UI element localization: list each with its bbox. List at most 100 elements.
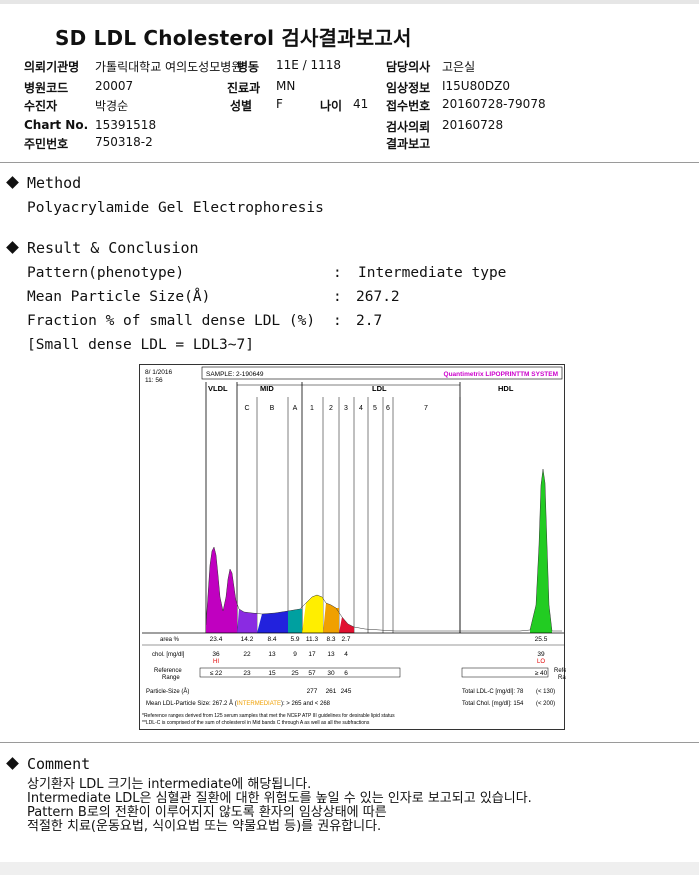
mid-a-area: [288, 609, 302, 633]
footnote-1: *Reference ranges derived from 125 serum…: [142, 713, 395, 719]
bottom-bar: [0, 862, 699, 875]
ref-value: 30: [327, 670, 335, 677]
row-label-chol: chol. [mg/dl]: [152, 652, 185, 658]
result-note: [Small dense LDL = LDL3~7]: [27, 337, 254, 353]
band-label-6: 6: [386, 405, 390, 412]
band-label-1: 1: [310, 405, 314, 412]
age-value: 41: [353, 97, 369, 111]
method-heading: Method: [6, 174, 82, 192]
mean-size-line: Mean LDL-Particle Size: 267.2 Å (INTERME…: [146, 700, 331, 707]
chol-value: 13: [327, 651, 335, 658]
group-hdl: HDL: [498, 384, 514, 393]
comment-line-1: 상기환자 LDL 크기는 intermediate에 해당됩니다.: [27, 777, 312, 792]
row-label-ref-2: Range: [162, 675, 180, 681]
institution-label: 의뢰기관명: [24, 60, 80, 74]
receipt-number-value: 20160728-79078: [442, 97, 546, 111]
diamond-bullet-icon: [6, 757, 19, 770]
total-ldl-ref: (< 130): [536, 689, 555, 695]
band-label-3: 3: [344, 405, 348, 412]
band-label-A: A: [293, 405, 298, 412]
result-colon: :: [333, 289, 342, 305]
patient-label: 수진자: [24, 99, 58, 113]
result-heading: Result & Conclusion: [6, 239, 199, 257]
area-value: 5.9: [290, 636, 299, 643]
chart-number-value: 15391518: [95, 118, 157, 132]
request-date-label: 검사의뢰: [386, 120, 431, 134]
right-ref-label-1: Reference: [554, 668, 566, 674]
method-heading-text: Method: [27, 174, 82, 192]
result-colon: :: [333, 313, 342, 329]
ref-value: 6: [344, 670, 348, 677]
result-label-pattern: Pattern(phenotype): [27, 265, 185, 281]
diamond-bullet-icon: [6, 241, 19, 254]
band-label-5: 5: [373, 405, 377, 412]
band-label-2: 2: [329, 405, 333, 412]
group-vldl: VLDL: [208, 384, 228, 393]
densitometry-curve: [205, 468, 562, 632]
chart-number-label: Chart No.: [24, 118, 89, 132]
lipoprint-svg: 8/ 1/201611: 56 SAMPLE: 2-190649 Quantimet…: [142, 366, 566, 726]
top-border: [0, 0, 699, 4]
result-colon: :: [333, 265, 342, 281]
band-label-4: 4: [359, 405, 363, 412]
sample-id: SAMPLE: 2-190649: [206, 371, 264, 378]
ward-value: 11E / 1118: [276, 58, 342, 72]
area-value: 11.3: [306, 636, 319, 643]
size-value: 261: [326, 688, 337, 695]
receipt-number-label: 접수번호: [386, 99, 431, 113]
area-value: 23.4: [210, 636, 223, 643]
total-ldl: Total LDL-C [mg/dl]: 78: [462, 689, 524, 695]
resident-number-value: 750318-2: [95, 135, 153, 149]
department-label: 진료과: [227, 81, 261, 95]
area-value: 8.4: [267, 636, 276, 643]
comment-line-3: Pattern B로의 전환이 이루어지지 않도록 환자의 임상상태에 따른: [27, 805, 387, 820]
result-value-size: 267.2: [356, 289, 400, 305]
size-value: 245: [341, 688, 352, 695]
comment-heading-text: Comment: [27, 755, 91, 773]
total-chol-ref: (< 200): [536, 701, 555, 707]
diamond-bullet-icon: [6, 176, 19, 189]
brand-label: Quantimetrix LIPOPRINTTM SYSTEM: [444, 371, 558, 378]
report-date-label: 결과보고: [386, 137, 431, 151]
result-heading-text: Result & Conclusion: [27, 239, 199, 257]
hospital-code-value: 20007: [95, 79, 134, 93]
chart-date: 8/ 1/2016: [145, 369, 172, 376]
mid-b-area: [257, 611, 288, 633]
total-chol: Total Chol. [mg/dl]: 154: [462, 701, 524, 707]
result-value-fraction: 2.7: [356, 313, 383, 329]
area-value: 14.2: [241, 636, 254, 643]
header-divider: [0, 162, 699, 163]
chol-value: 9: [293, 651, 297, 658]
sex-value: F: [276, 97, 283, 111]
footnote-2: **LDL-C is comprised of the sum of chole…: [142, 720, 370, 726]
lipoprint-chart: 8/ 1/2016 11: 56 SAMPLE: 2-190649 Quantimet…: [139, 364, 566, 730]
chol-value: 4: [344, 651, 348, 658]
doctor-value: 고은실: [442, 60, 476, 74]
area-value: 2.7: [341, 636, 350, 643]
right-ref-label-2: Range: [558, 675, 566, 681]
report-title: SD LDL Cholesterol 검사결과보고서: [55, 26, 412, 50]
size-value: 277: [307, 688, 318, 695]
chol-value: 39: [537, 651, 545, 658]
row-label-area: area %: [160, 637, 180, 643]
method-text: Polyacrylamide Gel Electrophoresis: [27, 200, 324, 216]
sex-label: 성별: [230, 99, 253, 113]
resident-number-label: 주민번호: [24, 137, 69, 151]
ldl3-area: [339, 617, 354, 633]
ref-value: 25: [291, 670, 299, 677]
area-value: 8.3: [326, 636, 335, 643]
chol-value: 13: [268, 651, 276, 658]
ref-value: ≥ 40: [535, 670, 548, 677]
area-value: 25.5: [535, 636, 548, 643]
row-label-size: Particle-Size (Å): [146, 688, 189, 695]
clinical-info-label: 임상정보: [386, 81, 431, 95]
ref-value: 15: [268, 670, 276, 677]
ref-value: 57: [308, 670, 316, 677]
chol-value: 36: [212, 651, 220, 658]
hdl-peak: [530, 469, 552, 633]
result-label-fraction: Fraction % of small dense LDL (%): [27, 313, 316, 329]
ref-value: 23: [243, 670, 251, 677]
comment-heading: Comment: [6, 755, 91, 773]
hospital-code-label: 병원코드: [24, 81, 69, 95]
comment-line-4: 적절한 치료(운동요법, 식이요법 또는 약물요법 등)를 권유합니다.: [27, 819, 382, 834]
